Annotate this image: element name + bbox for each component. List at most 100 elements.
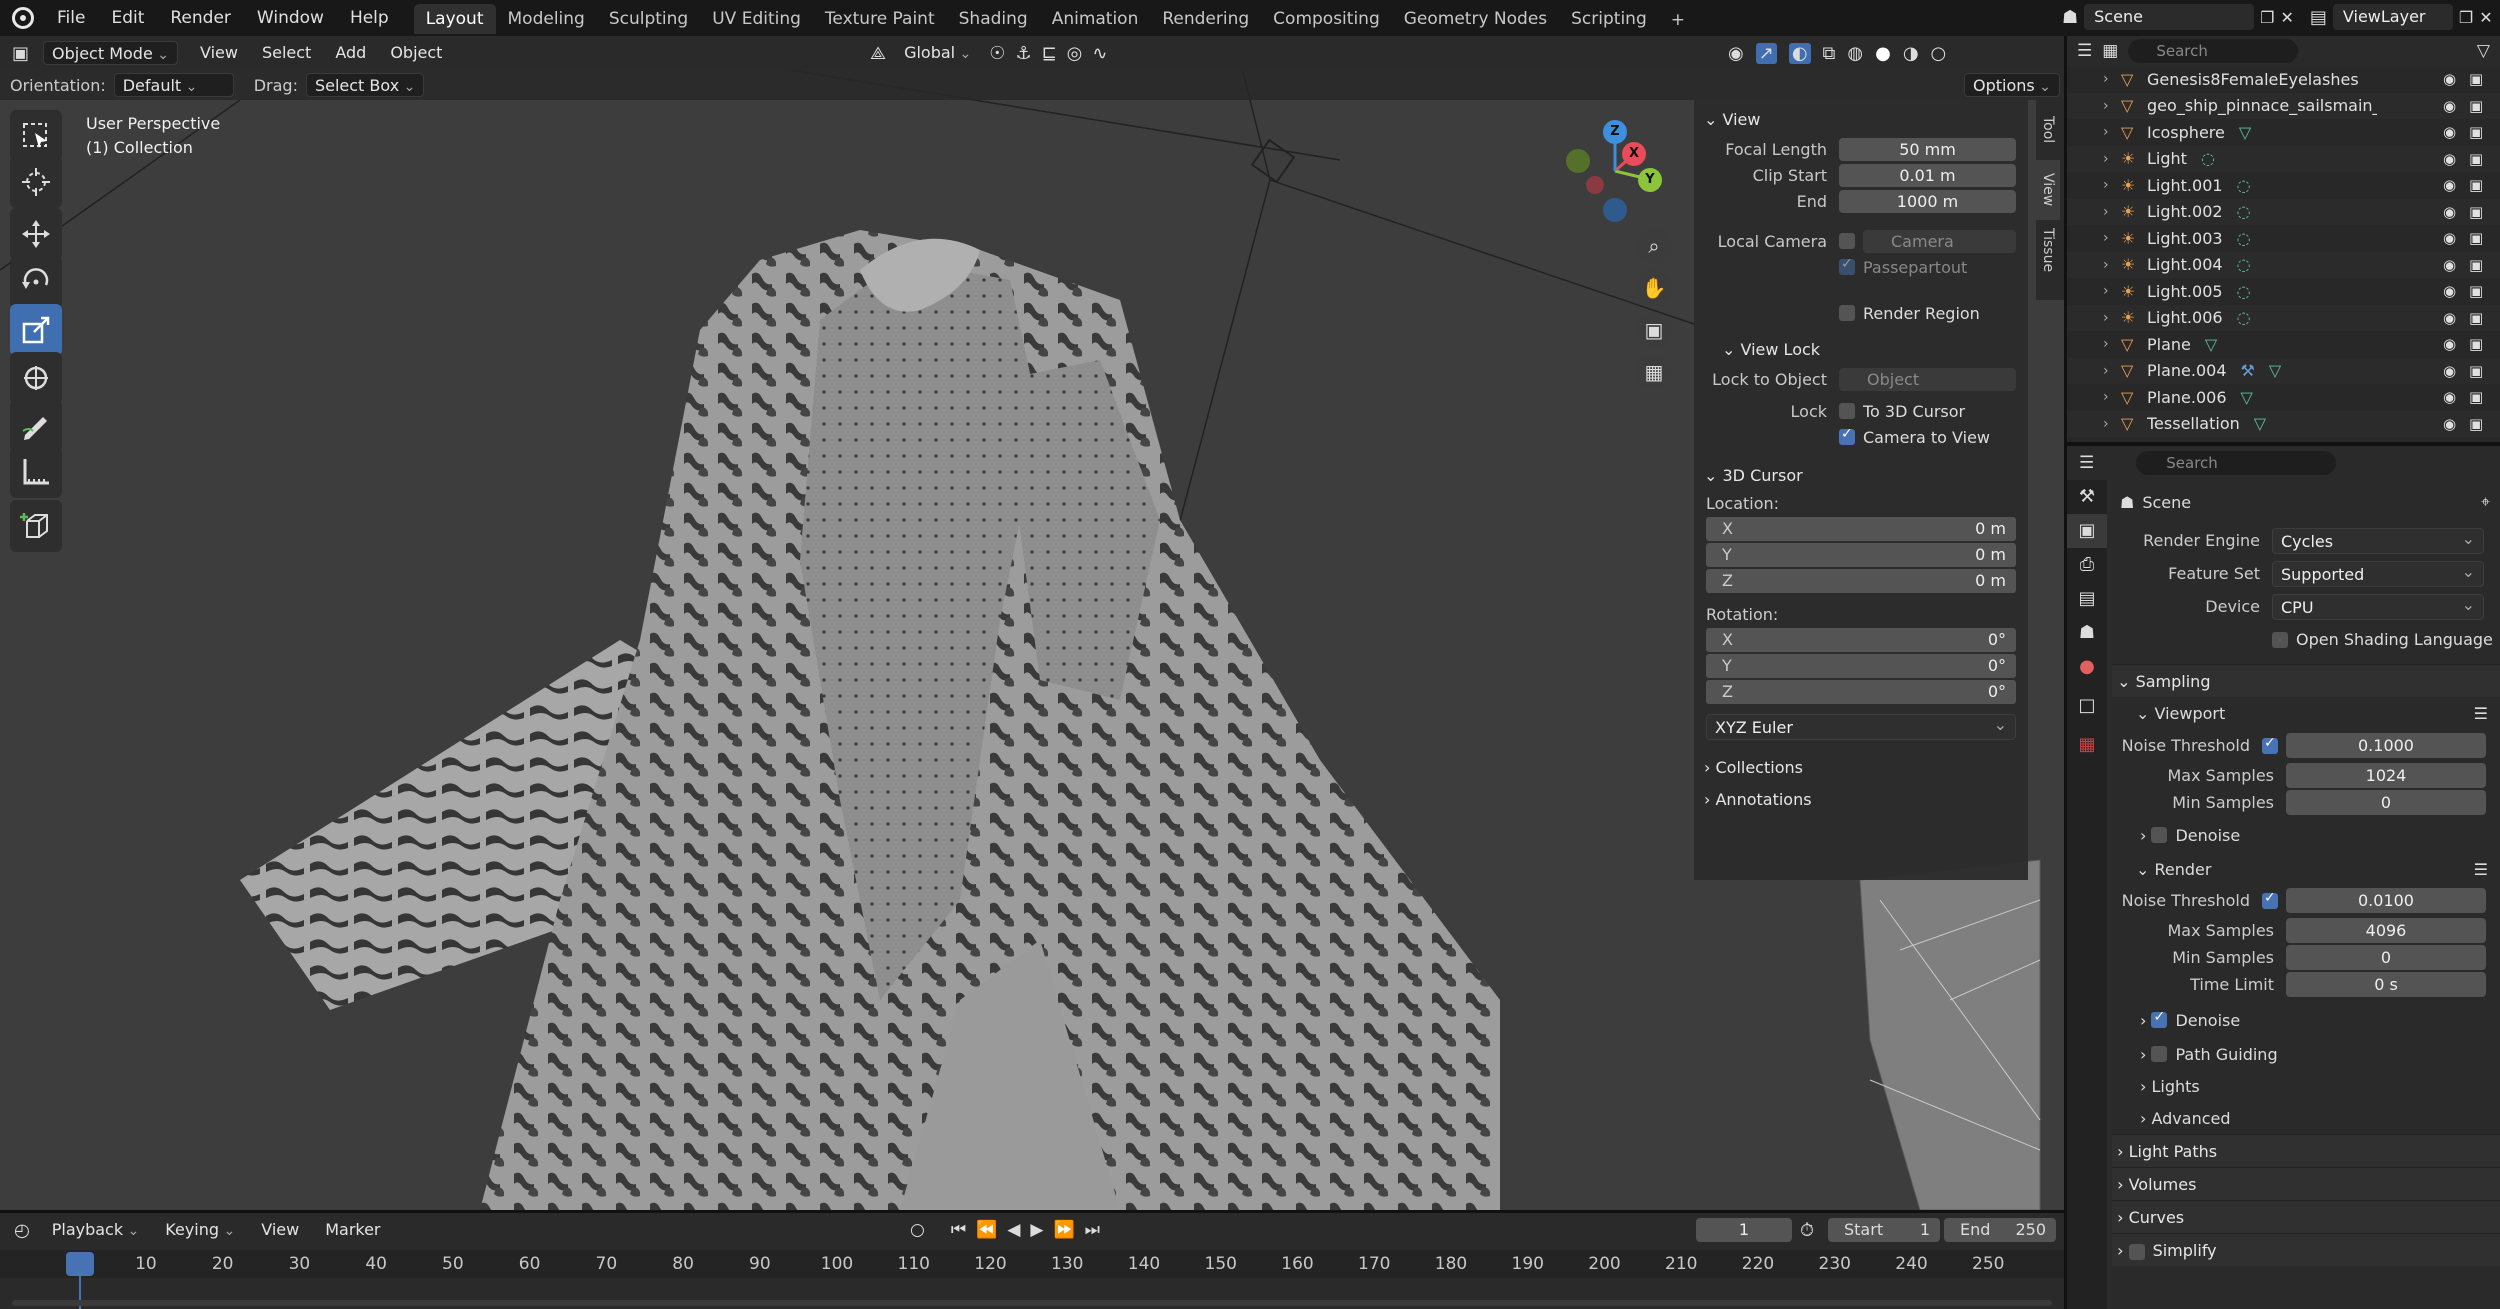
r-denoise-checkbox[interactable] [2151,1009,2168,1028]
render-camera-icon[interactable]: ▣ [2469,415,2483,433]
display-mode-icon[interactable]: ▦ [2102,41,2118,61]
material-shading-icon[interactable]: ◑ [1903,43,1919,64]
gizmo-x-icon[interactable]: X [1622,142,1646,166]
rotation-z-field[interactable]: Z 0° [1706,680,2016,704]
outliner-item[interactable]: › ☀ Light ◌ ◉ ▣ [2067,145,2500,172]
filter-icon[interactable]: ▽ [2477,41,2490,61]
expand-icon[interactable]: › [2103,336,2121,352]
outliner-item[interactable]: › ☀ Light.005 ◌ ◉ ▣ [2067,278,2500,305]
tab-shading[interactable]: Shading [947,4,1040,34]
vp-denoise-subsection[interactable]: › Denoise [2112,816,2500,854]
visibility-eye-icon[interactable]: ◉ [2443,362,2456,380]
falloff-icon[interactable]: ∿ [1092,43,1107,64]
cursor-tool[interactable] [10,156,62,208]
menu-help[interactable]: Help [337,0,402,36]
outliner-item[interactable]: ›▽ geo_ship_pinnace_sailsmain_cou ◉ ▣ [2067,92,2500,119]
jump-end-icon[interactable]: ⏭ [1085,1220,1100,1240]
wireframe-shading-icon[interactable]: ◍ [1847,43,1863,64]
expand-icon[interactable]: › [2103,310,2121,326]
tab-view[interactable]: View [2036,160,2060,220]
render-camera-icon[interactable]: ▣ [2469,229,2483,247]
end-frame-field[interactable]: End 250 [1944,1218,2056,1242]
light-data-icon[interactable]: ◌ [2237,282,2251,301]
next-keyframe-icon[interactable]: ⏩ [1053,1220,1074,1240]
render-engine-dropdown[interactable]: Cycles [2272,526,2484,554]
tab-compositing[interactable]: Compositing [1261,4,1392,34]
location-z-field[interactable]: Z 0 m [1706,569,2016,593]
render-camera-icon[interactable]: ▣ [2469,362,2483,380]
transform-tool[interactable] [10,352,62,404]
jump-start-icon[interactable]: ⏮ [951,1220,966,1240]
outliner-search-input[interactable]: Search [2128,39,2299,63]
menu-edit[interactable]: Edit [98,0,157,36]
render-camera-icon[interactable]: ▣ [2469,97,2483,115]
timeline-editor-icon[interactable]: ◴ [14,1220,30,1241]
collections-section[interactable]: › Collections [1694,752,2028,784]
r-noise-checkbox[interactable] [2262,890,2278,909]
select-box-tool[interactable] [10,110,62,162]
outliner-item[interactable]: › ☀ Light.004 ◌ ◉ ▣ [2067,251,2500,278]
snap-target-icon[interactable]: ⊑ [1042,43,1057,64]
rotate-tool[interactable] [10,256,62,308]
gizmo-neg-z-icon[interactable] [1603,198,1627,222]
zoom-icon[interactable]: ⌕ [1636,228,1672,264]
area-separator[interactable] [2067,442,2500,446]
outliner-item[interactable]: › ☀ Light.006 ◌ ◉ ▣ [2067,304,2500,331]
lights-subsection[interactable]: › Lights [2112,1070,2500,1102]
curves-section[interactable]: › Curves [2112,1200,2500,1233]
mesh-data-icon[interactable]: ▽ [2254,414,2266,433]
orientation-icon[interactable]: ⟁ [870,43,886,64]
render-camera-icon[interactable]: ▣ [2469,203,2483,221]
local-camera-field[interactable]: Camera [1863,229,2016,253]
clip-start-field[interactable]: 0.01 m [1839,163,2016,187]
vp-noise-checkbox[interactable] [2262,735,2278,754]
camera-to-view-checkbox[interactable] [1839,426,1855,445]
outliner-item[interactable]: › ▽ Genesis8FemaleEyelashes ◉ ▣ [2067,66,2500,93]
gizmo-neg-x-icon[interactable] [1586,176,1604,194]
timeline-menu-keying[interactable]: Keying [157,1218,243,1242]
render-camera-icon[interactable]: ▣ [2469,123,2483,141]
r-max-field[interactable]: 4096 [2286,918,2486,943]
time-limit-field[interactable]: 0 s [2286,972,2486,997]
play-icon[interactable]: ▶ [1030,1220,1043,1240]
blender-logo-icon[interactable] [12,7,34,29]
expand-icon[interactable]: › [2103,204,2121,220]
3d-cursor-header[interactable]: ⌄ 3D Cursor [1694,460,2028,492]
world-tab-icon[interactable]: ● [2067,650,2107,684]
expand-icon[interactable]: › [2103,230,2121,246]
light-data-icon[interactable]: ◌ [2237,308,2251,327]
area-separator[interactable] [2064,36,2067,1309]
outliner-item[interactable]: › ☀ Light.003 ◌ ◉ ▣ [2067,225,2500,252]
pivot-icon[interactable]: ☉ [989,43,1005,64]
render-camera-icon[interactable]: ▣ [2469,150,2483,168]
snap-icon[interactable]: ⚓ [1015,43,1031,64]
light-data-icon[interactable]: ◌ [2237,202,2251,221]
rotation-y-field[interactable]: Y 0° [1706,654,2016,678]
expand-icon[interactable]: › [2103,257,2121,273]
vp-denoise-checkbox[interactable] [2151,827,2168,843]
move-tool[interactable] [10,208,62,260]
gizmo-toggle-icon[interactable]: ↗ [1755,42,1777,64]
location-y-field[interactable]: Y 0 m [1706,543,2016,567]
view-layer-tab-icon[interactable]: ▤ [2067,582,2107,616]
annotations-section[interactable]: › Annotations [1694,784,2028,816]
volumes-section[interactable]: › Volumes [2112,1167,2500,1200]
location-x-field[interactable]: X 0 m [1706,517,2016,541]
vp-noise-field[interactable]: 0.1000 [2286,733,2486,758]
expand-icon[interactable]: › [2103,151,2121,167]
mesh-data-icon[interactable]: ▽ [2269,361,2281,380]
overlay-toggle-icon[interactable]: ◐ [1788,42,1811,64]
mesh-data-icon[interactable]: ▽ [2239,123,2251,142]
scene-selector[interactable]: Scene [2084,4,2255,30]
visibility-eye-icon[interactable]: ◉ [2443,70,2456,88]
properties-search-input[interactable]: Search [2136,451,2337,475]
visibility-eye-icon[interactable]: ◉ [2443,97,2456,115]
render-camera-icon[interactable]: ▣ [2469,70,2483,88]
r-noise-field[interactable]: 0.0100 [2286,888,2486,913]
annotate-tool[interactable] [10,400,62,452]
to-3d-cursor-checkbox[interactable] [1839,403,1855,419]
render-tab-icon[interactable]: ▣ [2067,514,2107,548]
visibility-eye-icon[interactable]: ◉ [2443,282,2456,300]
visibility-eye-icon[interactable]: ◉ [2443,309,2456,327]
render-preset-icon[interactable]: ☰ [2474,860,2488,879]
